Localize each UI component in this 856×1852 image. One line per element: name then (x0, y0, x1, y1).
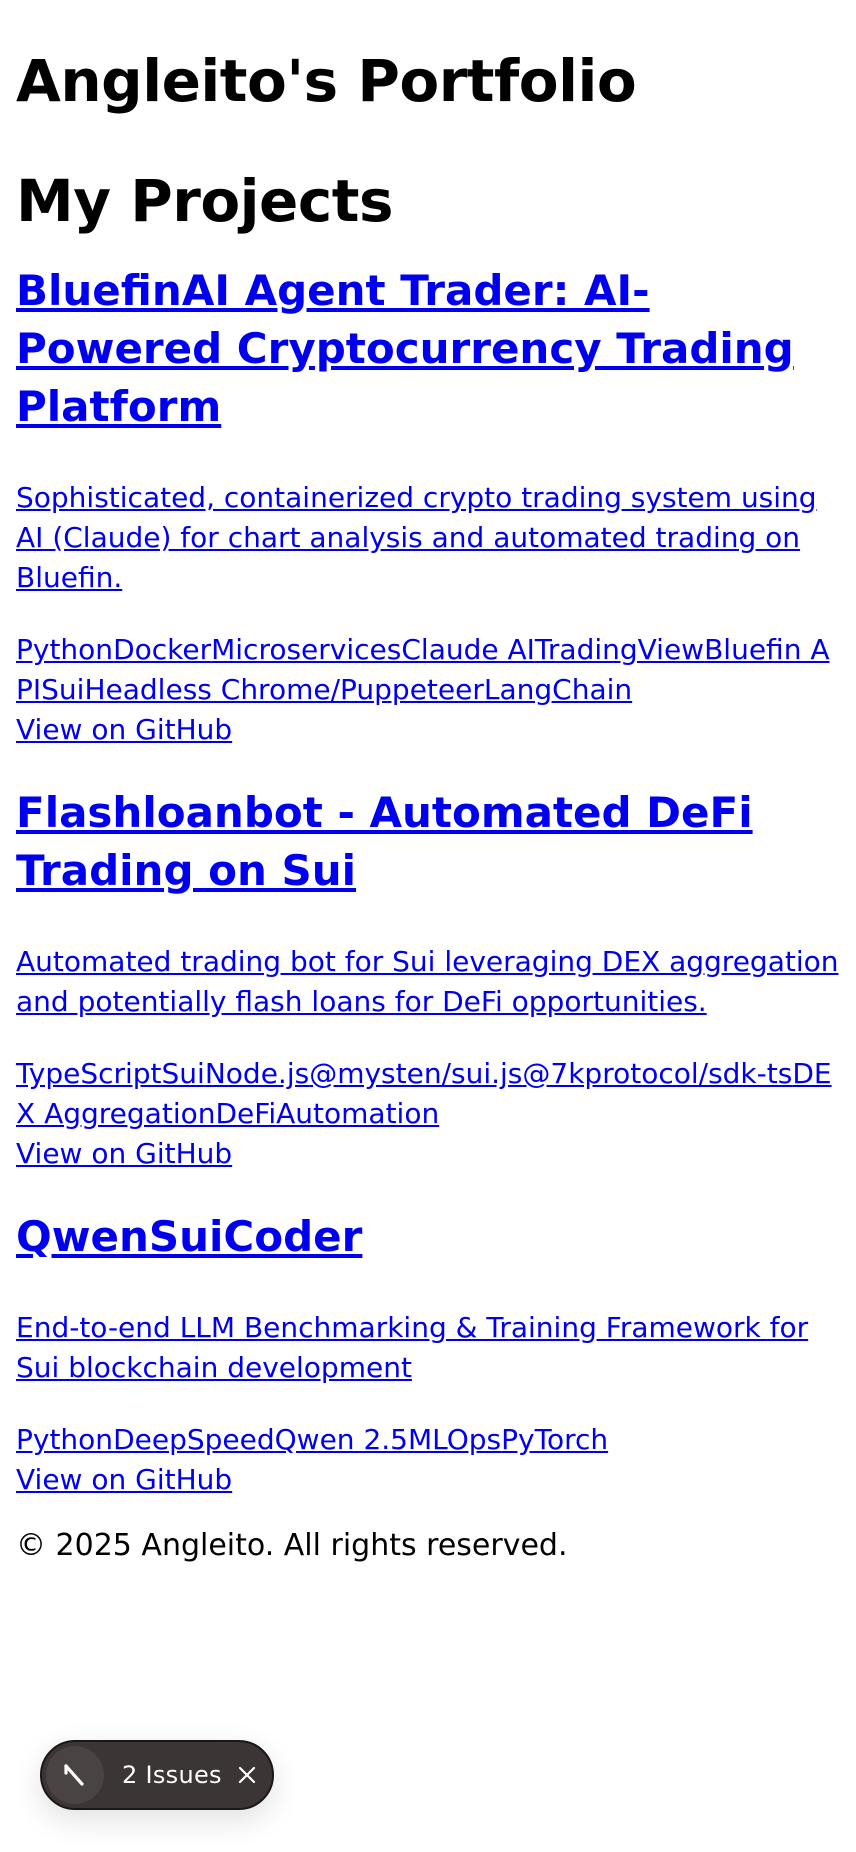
tech-tag[interactable]: MLOps (408, 1423, 501, 1456)
project-description[interactable]: End-to-end LLM Benchmarking & Training F… (16, 1308, 840, 1388)
tech-tag[interactable]: Python (16, 1423, 113, 1456)
project-title-link[interactable]: Flashloanbot - Automated DeFi Trading on… (16, 788, 753, 895)
tech-tag[interactable]: Microservices (211, 633, 401, 666)
tech-tag[interactable]: Node.js (205, 1057, 309, 1090)
project-title: Flashloanbot - Automated DeFi Trading on… (16, 784, 840, 900)
tech-tag[interactable]: @7kprotocol/sdk-ts (522, 1057, 792, 1090)
tech-tag[interactable]: TradingView (535, 633, 704, 666)
project-title: QwenSuiCoder (16, 1208, 840, 1266)
tech-tag[interactable]: Headless Chrome/Puppeteer (84, 673, 483, 706)
tech-tag[interactable]: Sui (41, 673, 84, 706)
issues-badge[interactable]: 2 Issues (40, 1740, 274, 1810)
tech-tag[interactable]: TypeScript (16, 1057, 162, 1090)
nextjs-logo-icon[interactable] (46, 1746, 104, 1804)
tech-list: TypeScriptSuiNode.js@mysten/sui.js@7kpro… (16, 1054, 840, 1134)
project-card: QwenSuiCoder End-to-end LLM Benchmarking… (16, 1174, 840, 1500)
project-description[interactable]: Sophisticated, containerized crypto trad… (16, 478, 840, 598)
github-link[interactable]: View on GitHub (16, 710, 840, 750)
project-card: BluefinAI Agent Trader: AI-Powered Crypt… (16, 236, 840, 750)
copyright-text: © 2025 Angleito. All rights reserved. (16, 1528, 568, 1563)
tech-list: PythonDeepSpeedQwen 2.5MLOpsPyTorch (16, 1420, 840, 1460)
tech-tag[interactable]: Sui (162, 1057, 205, 1090)
page: Angleito's Portfolio My Projects Bluefin… (0, 0, 856, 1852)
tech-tag[interactable]: LangChain (484, 673, 632, 706)
github-link[interactable]: View on GitHub (16, 1460, 840, 1500)
tech-tag[interactable]: DeFi (215, 1097, 276, 1130)
projects-heading: My Projects (16, 167, 394, 235)
tech-tag[interactable]: PyTorch (501, 1423, 608, 1456)
project-title-link[interactable]: BluefinAI Agent Trader: AI-Powered Crypt… (16, 266, 794, 431)
close-icon[interactable] (234, 1762, 260, 1788)
project-title-link[interactable]: QwenSuiCoder (16, 1212, 362, 1261)
tech-list: PythonDockerMicroservicesClaude AITradin… (16, 630, 840, 710)
tech-tag[interactable]: @mysten/sui.js (309, 1057, 522, 1090)
site-title: Angleito's Portfolio (16, 47, 637, 115)
main: My Projects BluefinAI Agent Trader: AI-P… (16, 116, 840, 1500)
tech-tag[interactable]: Claude AI (401, 633, 535, 666)
tech-tag[interactable]: Qwen 2.5 (275, 1423, 408, 1456)
site-header: Angleito's Portfolio (16, 0, 840, 116)
project-description[interactable]: Automated trading bot for Sui leveraging… (16, 942, 840, 1022)
tech-tag[interactable]: DeepSpeed (113, 1423, 275, 1456)
page-content: Angleito's Portfolio My Projects Bluefin… (0, 0, 856, 1566)
issues-count-label[interactable]: 2 Issues (122, 1761, 222, 1789)
tech-tag[interactable]: Python (16, 633, 113, 666)
github-link[interactable]: View on GitHub (16, 1134, 840, 1174)
project-title: BluefinAI Agent Trader: AI-Powered Crypt… (16, 262, 840, 436)
project-card: Flashloanbot - Automated DeFi Trading on… (16, 750, 840, 1174)
site-footer: © 2025 Angleito. All rights reserved. (16, 1526, 840, 1566)
tech-tag[interactable]: Automation (276, 1097, 439, 1130)
tech-tag[interactable]: Docker (113, 633, 211, 666)
